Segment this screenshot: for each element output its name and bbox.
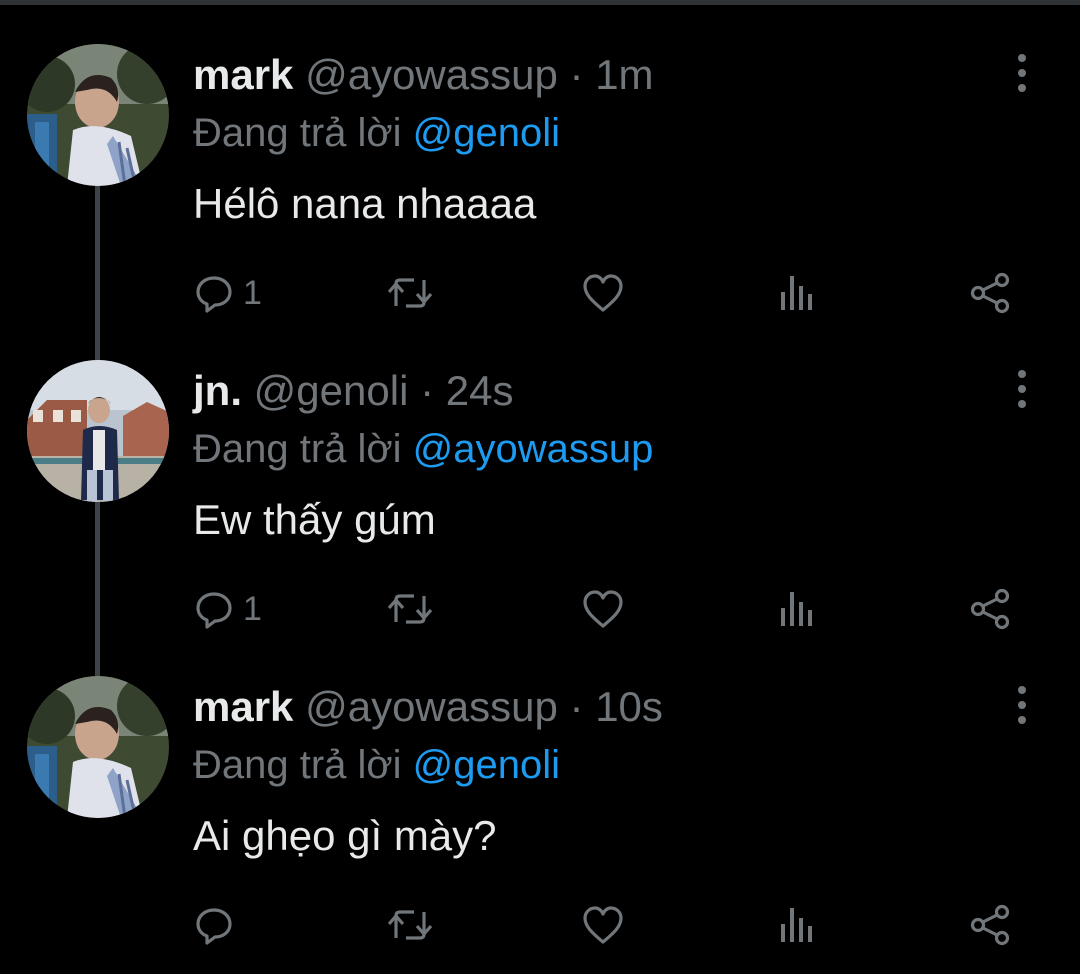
display-name[interactable]: mark — [193, 51, 293, 98]
user-handle[interactable]: @ayowassup — [305, 51, 558, 98]
user-handle[interactable]: @ayowassup — [305, 683, 558, 730]
tweet[interactable]: mark @ayowassup · 10s Đang trả lời @geno… — [0, 632, 1080, 948]
tweet[interactable]: mark @ayowassup · 1m Đang trả lời @genol… — [0, 0, 1080, 316]
share-icon — [970, 588, 1010, 630]
replying-to: Đang trả lời @ayowassup — [193, 420, 653, 478]
avatar[interactable] — [27, 44, 169, 186]
share-button[interactable] — [969, 270, 1013, 316]
more-vertical-icon — [1018, 54, 1026, 92]
separator-dot: · — [569, 683, 584, 730]
heart-icon — [583, 590, 623, 628]
more-options-button[interactable] — [1004, 52, 1040, 96]
separator-dot: · — [420, 367, 435, 414]
tweet-actions: 1 — [0, 270, 1080, 316]
tweet-actions — [0, 902, 1080, 948]
analytics-icon — [781, 592, 812, 626]
analytics-icon — [781, 908, 812, 942]
timestamp[interactable]: 10s — [595, 683, 663, 730]
tweet-text: Ew thấy gúm — [193, 496, 436, 543]
retweet-button[interactable] — [386, 586, 434, 632]
retweet-button[interactable] — [386, 902, 434, 948]
share-button[interactable] — [969, 902, 1013, 948]
reply-count: 1 — [243, 590, 262, 628]
retweet-icon — [387, 910, 433, 940]
share-icon — [970, 904, 1010, 946]
like-button[interactable] — [581, 270, 625, 316]
tweet[interactable]: jn. @genoli · 24s Đang trả lời @ayowassu… — [0, 316, 1080, 632]
heart-icon — [583, 906, 623, 944]
timestamp[interactable]: 24s — [446, 367, 514, 414]
tweet-actions: 1 — [0, 586, 1080, 632]
like-button[interactable] — [581, 586, 625, 632]
reply-count: 1 — [243, 274, 262, 312]
more-options-button[interactable] — [1004, 684, 1040, 728]
tweet-header: jn. @genoli · 24s — [193, 360, 513, 422]
more-vertical-icon — [1018, 686, 1026, 724]
share-button[interactable] — [969, 586, 1013, 632]
replying-to: Đang trả lời @genoli — [193, 104, 560, 162]
retweet-icon — [387, 278, 433, 308]
tweet-text: Hélô nana nhaaaa — [193, 180, 537, 227]
share-icon — [970, 272, 1010, 314]
display-name[interactable]: jn. — [193, 367, 242, 414]
analytics-icon — [781, 276, 812, 310]
like-button[interactable] — [581, 902, 625, 948]
tweet-header: mark @ayowassup · 1m — [193, 44, 654, 106]
more-vertical-icon — [1018, 370, 1026, 408]
replying-to-label: Đang trả lời — [193, 427, 413, 471]
avatar[interactable] — [27, 360, 169, 502]
replying-to-label: Đang trả lời — [193, 111, 413, 155]
avatar-photo — [27, 676, 169, 818]
views-button[interactable] — [778, 902, 818, 948]
reply-icon — [196, 592, 232, 629]
avatar[interactable] — [27, 676, 169, 818]
user-handle[interactable]: @genoli — [254, 367, 409, 414]
replying-to-mention[interactable]: @genoli — [413, 743, 560, 787]
reply-button[interactable] — [193, 902, 243, 948]
retweet-button[interactable] — [386, 270, 434, 316]
avatar-photo — [27, 44, 169, 186]
retweet-icon — [387, 594, 433, 624]
reply-icon — [196, 908, 232, 945]
display-name[interactable]: mark — [193, 683, 293, 730]
reply-button[interactable]: 1 — [193, 270, 262, 316]
views-button[interactable] — [778, 586, 818, 632]
replying-to-mention[interactable]: @genoli — [413, 111, 560, 155]
more-options-button[interactable] — [1004, 368, 1040, 412]
timestamp[interactable]: 1m — [595, 51, 653, 98]
tweet-text: Ai ghẹo gì mày? — [193, 812, 497, 859]
replying-to-mention[interactable]: @ayowassup — [413, 427, 654, 471]
separator-dot: · — [569, 51, 584, 98]
reply-icon — [196, 276, 232, 313]
views-button[interactable] — [778, 270, 818, 316]
avatar-photo — [27, 360, 169, 502]
tweet-header: mark @ayowassup · 10s — [193, 676, 663, 738]
replying-to-label: Đang trả lời — [193, 743, 413, 787]
reply-button[interactable]: 1 — [193, 586, 262, 632]
heart-icon — [583, 274, 623, 312]
replying-to: Đang trả lời @genoli — [193, 736, 560, 794]
